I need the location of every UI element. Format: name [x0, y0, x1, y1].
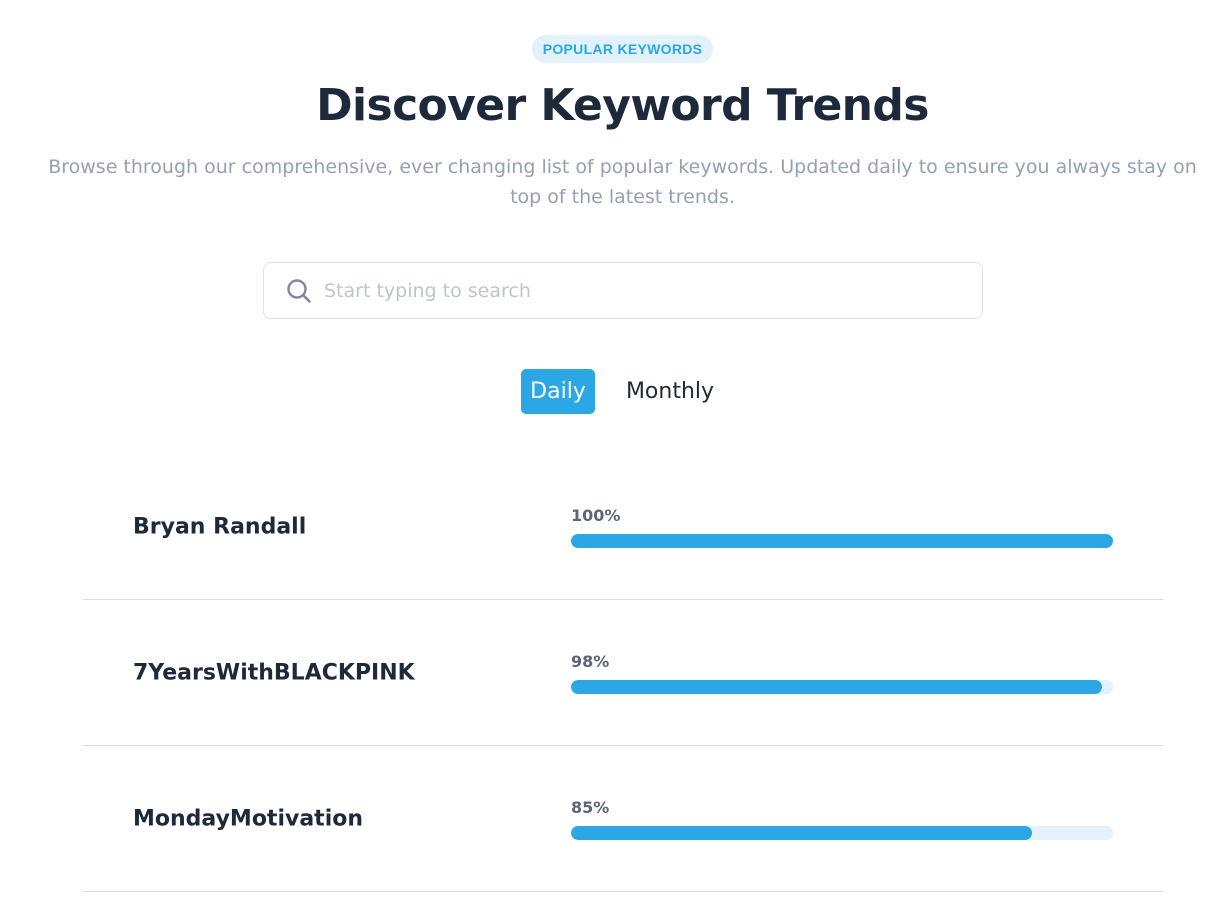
badge-wrapper: POPULAR KEYWORDS [0, 35, 1227, 63]
keyword-percent: 85% [571, 798, 610, 817]
search-input[interactable] [324, 263, 964, 318]
keyword-row: MondayMotivation 85% [83, 746, 1163, 892]
page-subtitle: Browse through our comprehensive, ever c… [48, 156, 1197, 208]
tab-monthly[interactable]: Monthly [617, 369, 723, 414]
progress-bar [571, 826, 1113, 840]
keyword-row: Bryan Randall 100% [83, 454, 1163, 600]
keyword-name: MondayMotivation [133, 806, 364, 831]
search-icon [285, 277, 313, 305]
progress-fill [571, 680, 1103, 694]
tab-daily[interactable]: Daily [521, 369, 595, 414]
keyword-percent: 98% [571, 652, 610, 671]
keyword-percent: 100% [571, 506, 621, 525]
progress-fill [571, 826, 1032, 840]
keyword-name: 7YearsWithBLACKPINK [133, 660, 415, 685]
progress-bar [571, 534, 1113, 548]
progress-bar [571, 680, 1113, 694]
keyword-trends-page: POPULAR KEYWORDS Discover Keyword Trends… [0, 0, 1227, 900]
keyword-row: 7YearsWithBLACKPINK 98% [83, 600, 1163, 746]
keyword-name: Bryan Randall [133, 514, 307, 539]
search-box[interactable] [263, 262, 983, 319]
progress-fill [571, 534, 1113, 548]
page-title: Discover Keyword Trends [316, 80, 929, 131]
section-badge: POPULAR KEYWORDS [531, 35, 714, 63]
